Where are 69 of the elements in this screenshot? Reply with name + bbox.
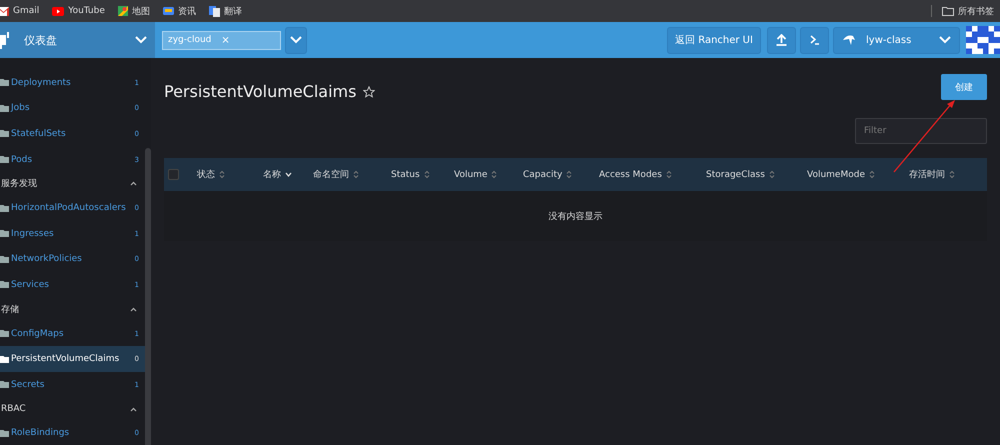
folder-icon xyxy=(0,356,9,363)
column-header[interactable]: 存活时间 xyxy=(909,168,987,181)
map-icon xyxy=(118,6,128,16)
chevron-down-icon xyxy=(939,36,951,44)
sort-icon xyxy=(566,170,572,179)
folder-icon xyxy=(0,230,9,238)
select-all-checkbox[interactable] xyxy=(168,169,179,180)
column-header[interactable]: Capacity xyxy=(523,170,599,180)
logo-icon xyxy=(0,31,10,49)
bookmark-link[interactable]: Gmail xyxy=(0,6,40,16)
folder-icon xyxy=(0,204,9,212)
folder-icon xyxy=(0,256,9,263)
section-title: 服务发现 xyxy=(1,178,37,190)
folder-icon xyxy=(0,156,9,164)
translate-icon xyxy=(208,6,220,16)
folder-icon xyxy=(0,381,9,388)
cluster-selector[interactable]: lyw-class xyxy=(833,26,960,54)
section-title: 存储 xyxy=(1,304,19,316)
bookmark-link[interactable]: YouTube xyxy=(52,6,105,16)
cluster-icon xyxy=(842,34,856,46)
namespace-tag: zyg-cloud xyxy=(168,35,212,45)
sort-icon xyxy=(219,170,225,179)
play-icon xyxy=(52,6,64,16)
upload-button[interactable] xyxy=(767,26,796,54)
column-header[interactable]: 名称 xyxy=(263,168,313,181)
folder-icon xyxy=(0,281,9,288)
bookmark-folder[interactable]: 所有书签 xyxy=(942,4,994,18)
back-to-rancher-button[interactable]: 返回 Rancher UI xyxy=(667,26,761,54)
folder-icon xyxy=(0,330,9,338)
news-icon xyxy=(162,6,174,16)
bookmark-link[interactable]: 地图 xyxy=(118,4,150,18)
chevron-down-icon[interactable] xyxy=(135,36,147,44)
sort-icon xyxy=(869,170,875,179)
column-header[interactable]: VolumeMode xyxy=(807,170,909,180)
bookmark-link[interactable]: 资讯 xyxy=(162,4,196,18)
upload-icon xyxy=(776,34,787,46)
column-header[interactable]: 命名空间 xyxy=(313,168,391,181)
empty-message: 没有内容显示 xyxy=(548,210,602,222)
filter-field[interactable]: Filter xyxy=(855,118,987,144)
sort-icon xyxy=(666,170,672,179)
terminal-button[interactable] xyxy=(800,26,829,54)
folder-icon xyxy=(0,79,9,86)
bookmark-link[interactable]: 翻译 xyxy=(208,4,242,18)
folder-icon xyxy=(0,430,9,437)
column-header[interactable]: Access Modes xyxy=(599,170,706,180)
avatar-icon[interactable] xyxy=(966,26,1000,54)
folder-icon xyxy=(0,104,9,112)
terminal-icon xyxy=(810,35,820,45)
column-header[interactable]: Volume xyxy=(454,170,523,180)
sort-icon xyxy=(768,170,775,179)
folder-icon xyxy=(0,130,9,138)
star-icon[interactable] xyxy=(363,86,376,98)
sort-icon xyxy=(424,170,430,179)
sort-icon xyxy=(353,170,359,179)
column-header[interactable]: Status xyxy=(391,170,454,180)
section-title: RBAC xyxy=(1,404,26,414)
sort-down-icon xyxy=(285,172,292,177)
folder-icon xyxy=(942,6,954,16)
column-header[interactable]: StorageClass xyxy=(706,170,807,180)
collapse-icon[interactable] xyxy=(130,181,137,186)
chevron-down-icon xyxy=(290,36,302,44)
collapse-icon[interactable] xyxy=(130,406,137,412)
sort-icon xyxy=(491,170,498,179)
sort-icon xyxy=(949,170,955,179)
page-title: PersistentVolumeClaims xyxy=(164,82,356,101)
mail-icon xyxy=(0,6,9,16)
collapse-icon[interactable] xyxy=(130,306,137,312)
column-header[interactable]: 状态 xyxy=(197,168,263,181)
namespace-dropdown-button[interactable] xyxy=(285,26,307,54)
